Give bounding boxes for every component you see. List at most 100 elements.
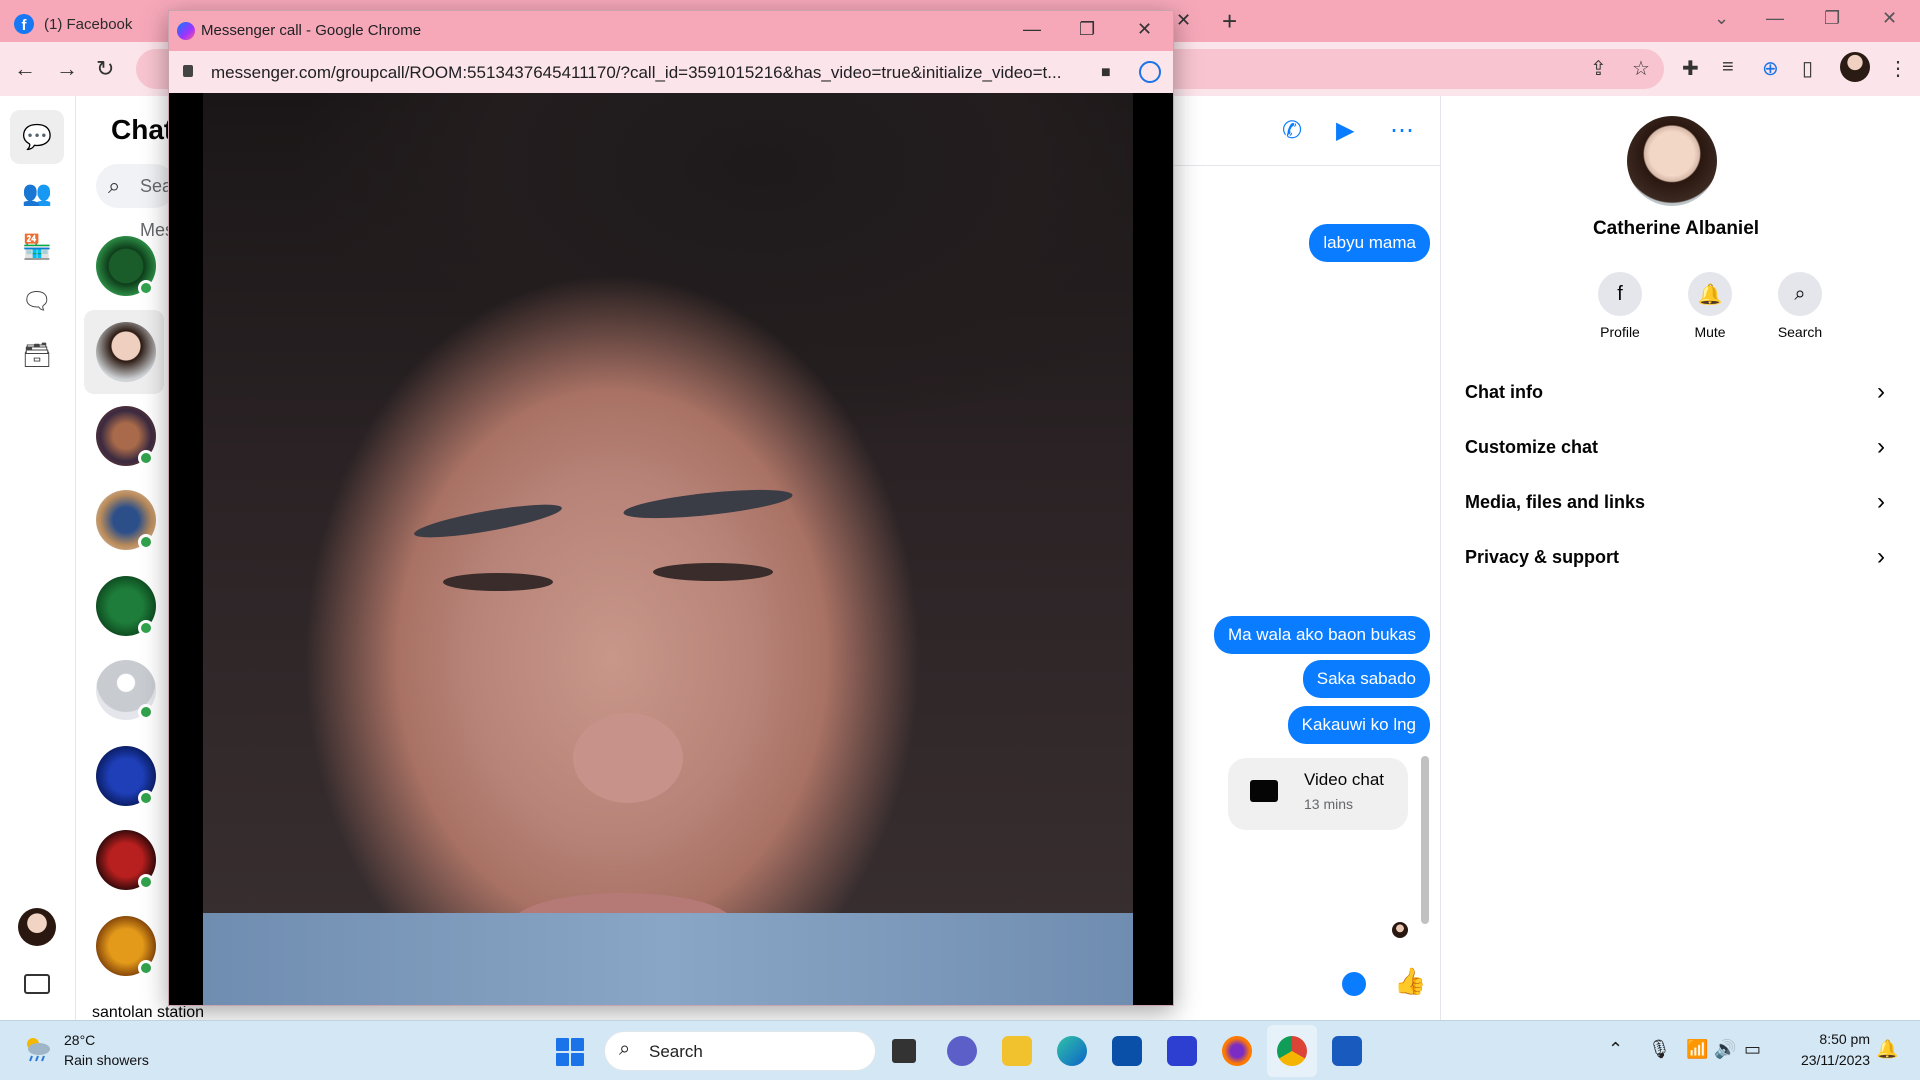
video-feature — [443, 573, 553, 591]
my-avatar[interactable] — [18, 908, 56, 946]
popup-url[interactable]: messenger.com/groupcall/ROOM:55134376454… — [211, 63, 1091, 83]
clock-date[interactable]: 23/11/2023 — [1782, 1052, 1870, 1068]
profile-avatar[interactable] — [1840, 52, 1870, 82]
video-chat-card[interactable]: Video chat 13 mins — [1228, 758, 1408, 830]
task-view-icon[interactable] — [892, 1039, 916, 1063]
weather-temperature[interactable]: 28°C — [64, 1032, 95, 1048]
info-row-media[interactable]: Media, files and links › — [1465, 482, 1885, 522]
weather-description[interactable]: Rain showers — [64, 1052, 149, 1068]
chat-avatar[interactable] — [96, 322, 156, 382]
message-bubble[interactable]: labyu mama — [1309, 224, 1430, 262]
popup-close-button[interactable]: ✕ — [1137, 19, 1152, 40]
left-rail: 💬 👥 🏪 🗨 🗃 — [0, 96, 76, 1020]
profile-action[interactable]: f Profile — [1575, 272, 1665, 340]
store-icon[interactable] — [1112, 1036, 1142, 1066]
tab-search-chevron-icon[interactable]: ⌄ — [1714, 8, 1729, 29]
requests-icon[interactable]: 🗨 — [10, 274, 64, 328]
marketplace-icon[interactable]: 🏪 — [10, 220, 64, 274]
search-icon: ⌕ — [619, 1038, 631, 1060]
facebook-icon: f — [1598, 272, 1642, 316]
tab-close-icon[interactable]: ✕ — [1176, 10, 1191, 31]
forward-button[interactable]: → — [56, 56, 78, 82]
camera-icon[interactable]: ■ — [1101, 64, 1111, 82]
reload-button[interactable]: ↻ — [96, 56, 114, 82]
back-button[interactable]: ← — [14, 56, 36, 82]
profile-label: Profile — [1600, 324, 1640, 340]
people-icon[interactable]: 👥 — [10, 166, 64, 220]
clock-time[interactable]: 8:50 pm — [1792, 1031, 1870, 1047]
video-feature — [573, 713, 683, 803]
windows-start-icon[interactable] — [556, 1038, 584, 1066]
mute-action[interactable]: 🔔 Mute — [1665, 272, 1755, 340]
volume-icon[interactable]: 🔊 — [1714, 1039, 1736, 1060]
info-row-label: Customize chat — [1465, 437, 1599, 457]
app-icon[interactable] — [1167, 1036, 1197, 1066]
contact-avatar[interactable] — [1627, 116, 1717, 206]
bookmark-star-icon[interactable]: ☆ — [1632, 56, 1650, 81]
info-row-label: Chat info — [1465, 382, 1543, 402]
windows-taskbar: 28°C Rain showers ⌕ Search ⌃ 🎙 📶 🔊 ▭ 8:5… — [0, 1020, 1920, 1080]
video-feature — [653, 563, 773, 581]
online-indicator — [138, 790, 154, 806]
chat-list: Chats ⌕ Search Messenger — [76, 96, 229, 1020]
toggle-sidebar-icon[interactable] — [24, 974, 50, 994]
thumbs-up-icon[interactable]: 👍 — [1394, 966, 1426, 997]
mute-label: Mute — [1694, 324, 1726, 340]
tab-facebook[interactable]: f (1) Facebook — [14, 6, 174, 42]
media-control-icon[interactable]: ≡ — [1722, 56, 1734, 79]
video-call-icon[interactable]: ▶ — [1336, 116, 1354, 145]
bell-icon: 🔔 — [1688, 272, 1732, 316]
restore-button[interactable]: ❐ — [1824, 8, 1840, 29]
download-icon[interactable]: ⊕ — [1762, 56, 1779, 81]
video-chat-duration: 13 mins — [1304, 796, 1354, 812]
firefox-icon[interactable] — [1222, 1036, 1252, 1066]
chevron-right-icon: › — [1877, 433, 1885, 460]
show-hidden-icons-chevron-icon[interactable]: ⌃ — [1608, 1039, 1623, 1060]
popup-url-bar[interactable]: messenger.com/groupcall/ROOM:55134376454… — [169, 51, 1173, 93]
minimize-button[interactable]: — — [1766, 8, 1784, 29]
message-bubble[interactable]: Saka sabado — [1302, 660, 1430, 698]
emoji-icon[interactable] — [1342, 972, 1366, 996]
phone-call-icon[interactable]: ✆ — [1282, 116, 1302, 145]
download-icon[interactable] — [1139, 61, 1161, 83]
chat-search-input[interactable]: ⌕ Search Messenger — [96, 164, 229, 240]
popup-maximize-button[interactable]: ❐ — [1079, 19, 1095, 40]
notification-bell-icon[interactable]: 🔔 — [1876, 1039, 1898, 1060]
search-icon: ⌕ — [108, 173, 121, 198]
message-bubble[interactable]: Ma wala ako baon bukas — [1213, 616, 1430, 654]
word-icon[interactable] — [1332, 1036, 1362, 1066]
weather-rain-icon[interactable] — [22, 1035, 52, 1063]
online-indicator — [138, 704, 154, 720]
extensions-icon[interactable]: ✚ — [1682, 56, 1699, 81]
online-indicator — [138, 534, 154, 550]
search-action[interactable]: ⌕ Search — [1755, 272, 1845, 340]
chrome-icon[interactable] — [1277, 1036, 1307, 1066]
scrollbar-thumb[interactable] — [1421, 756, 1429, 924]
microphone-icon[interactable]: 🎙 — [1648, 1039, 1671, 1060]
info-row-chat-info[interactable]: Chat info › — [1465, 372, 1885, 412]
info-row-privacy[interactable]: Privacy & support › — [1465, 537, 1885, 577]
online-indicator — [138, 620, 154, 636]
popup-title-bar: Messenger call - Google Chrome — ❐ ✕ — [169, 11, 1173, 51]
chats-icon[interactable]: 💬 — [10, 110, 64, 164]
share-icon[interactable]: ⇪ — [1590, 56, 1607, 81]
menu-dots-icon[interactable]: ⋮ — [1888, 56, 1908, 81]
new-tab-button[interactable]: + — [1222, 6, 1237, 37]
teams-chat-icon[interactable] — [947, 1036, 977, 1066]
online-indicator — [138, 280, 154, 296]
info-row-customize-chat[interactable]: Customize chat › — [1465, 427, 1885, 467]
side-panel-icon[interactable]: ▯ — [1802, 56, 1813, 81]
online-indicator — [138, 450, 154, 466]
messenger-icon — [177, 22, 195, 40]
wifi-icon[interactable]: 📶 — [1686, 1039, 1708, 1060]
close-window-button[interactable]: ✕ — [1882, 8, 1897, 29]
more-options-icon[interactable]: ⋯ — [1390, 116, 1414, 145]
video-feature — [622, 484, 794, 524]
popup-minimize-button[interactable]: — — [1023, 19, 1041, 40]
archive-icon[interactable]: 🗃 — [10, 328, 64, 382]
message-bubble[interactable]: Kakauwi ko lng — [1287, 706, 1430, 744]
file-explorer-icon[interactable] — [1002, 1036, 1032, 1066]
battery-icon[interactable]: ▭ — [1744, 1039, 1761, 1060]
taskbar-search-box[interactable]: ⌕ Search — [604, 1031, 876, 1071]
edge-icon[interactable] — [1057, 1036, 1087, 1066]
